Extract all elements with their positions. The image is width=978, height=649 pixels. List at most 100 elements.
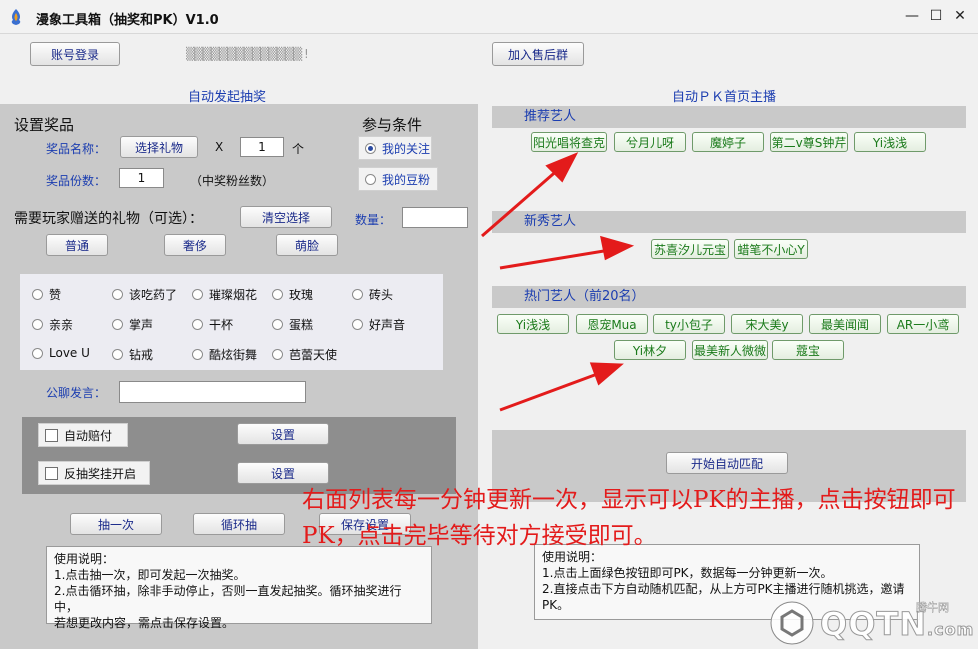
gift-label: 酷炫街舞 — [209, 348, 258, 362]
auto-match-button[interactable]: 开始自动匹配 — [666, 452, 788, 474]
gift-option[interactable]: 亲亲 — [32, 316, 73, 333]
popular-anchor-button[interactable]: 恩宠Mua — [576, 314, 648, 334]
auto-pay-settings-button[interactable]: 设置 — [237, 423, 329, 445]
recommended-anchor-button[interactable]: 兮月儿呀 — [614, 132, 686, 152]
gift-label: 亲亲 — [49, 318, 74, 332]
popular-anchor-button[interactable]: Yi林夕 — [614, 340, 686, 360]
instructions-line: 2.点击循环抽，除非手动停止，否则一直发起抽奖。循环抽奖进行中， — [54, 584, 402, 614]
newcomer-section-header: 新秀艺人 — [492, 211, 966, 233]
pk-section-title: 自动ＰＫ首页主播 — [672, 90, 777, 105]
times-symbol: X — [215, 140, 224, 154]
recommended-anchor-button[interactable]: 第二v尊S钟芹 — [770, 132, 848, 152]
recommended-anchor-button[interactable]: Yi浅浅 — [854, 132, 926, 152]
select-gift-button[interactable]: 选择礼物 — [120, 136, 198, 158]
tier-cute-button[interactable]: 萌脸 — [276, 234, 338, 256]
tier-luxury-button[interactable]: 奢侈 — [164, 234, 226, 256]
arrowhead-icon — [600, 235, 635, 261]
popular-anchor-button[interactable]: 蔻宝 — [772, 340, 844, 360]
popular-anchor-button[interactable]: 最美闻闻 — [809, 314, 881, 334]
recommended-anchor-button[interactable]: 魔婷子 — [692, 132, 764, 152]
login-button[interactable]: 账号登录 — [30, 42, 120, 66]
gift-label: 砖头 — [369, 288, 394, 302]
watermark-site-name: 腾牛网 — [916, 601, 949, 614]
gift-option[interactable]: 赞 — [32, 286, 61, 303]
popular-anchor-button[interactable]: AR一小鸢 — [887, 314, 959, 334]
condition-fans-label: 我的豆粉 — [382, 172, 431, 187]
gift-option[interactable]: Love U — [32, 346, 90, 360]
arrow-icon — [499, 371, 601, 412]
condition-fans-radio[interactable]: 我的豆粉 — [358, 167, 438, 191]
condition-following-radio[interactable]: 我的关注 — [358, 136, 432, 160]
maximize-button[interactable]: ☐ — [926, 6, 946, 26]
account-name: ▒▒▒▒▒▒▒▒▒▒▒▒▒▒ ! — [186, 47, 309, 61]
gift-option[interactable]: 砖头 — [352, 286, 393, 303]
public-chat-input[interactable] — [119, 381, 306, 403]
condition-heading: 参与条件 — [362, 116, 423, 134]
newcomer-anchor-button[interactable]: 蜡笔不小心Y — [734, 239, 808, 259]
anti-cheat-label: 反抽奖挂开启 — [64, 466, 137, 481]
annotation-text: 右面列表每一分钟更新一次，显示可以PK的主播，点击按钮即可PK，点击完毕等待对方… — [302, 487, 956, 549]
gift-option[interactable]: 璀璨烟花 — [192, 286, 257, 303]
arrow-icon — [499, 248, 611, 270]
newcomer-anchor-button[interactable]: 苏喜汐儿元宝 — [651, 239, 729, 259]
auto-pay-checkbox[interactable]: 自动赔付 — [38, 423, 128, 447]
qqtn-logo-icon — [770, 601, 814, 645]
radio-unchecked-icon — [272, 289, 283, 300]
recommended-anchor-button[interactable]: 阳光唱将查克 — [531, 132, 607, 152]
gift-label: 干杯 — [209, 318, 234, 332]
popular-anchor-button[interactable]: ty小包子 — [653, 314, 725, 334]
required-gift-label: 需要玩家赠送的礼物（可选）： — [14, 211, 203, 227]
gift-option[interactable]: 掌声 — [112, 316, 153, 333]
loop-draw-button[interactable]: 循环抽 — [193, 513, 285, 535]
gift-count-input[interactable]: 1 — [240, 137, 284, 157]
gift-label: 玫瑰 — [289, 288, 314, 302]
prize-copies-input[interactable]: 1 — [119, 168, 164, 188]
prize-copies-note: （中奖粉丝数） — [190, 174, 275, 188]
clear-selection-button[interactable]: 清空选择 — [240, 206, 332, 228]
gift-option[interactable]: 玫瑰 — [272, 286, 313, 303]
gift-option[interactable]: 该吃药了 — [112, 286, 177, 303]
minimize-button[interactable]: — — [902, 6, 922, 26]
popular-anchor-button[interactable]: Yi浅浅 — [497, 314, 569, 334]
lottery-instructions: 使用说明： 1.点击抽一次，即可发起一次抽奖。 2.点击循环抽，除非手动停止，否… — [46, 546, 432, 630]
gift-option[interactable]: 酷炫街舞 — [192, 346, 257, 363]
radio-unchecked-icon — [192, 349, 203, 360]
radio-unchecked-icon — [272, 349, 283, 360]
close-button[interactable]: ✕ — [950, 6, 970, 26]
gift-label: 掌声 — [129, 318, 154, 332]
radio-unchecked-icon — [272, 319, 283, 330]
prize-heading: 设置奖品 — [14, 116, 75, 134]
gift-option[interactable]: 蛋糕 — [272, 316, 313, 333]
tier-normal-button[interactable]: 普通 — [46, 234, 108, 256]
gift-option[interactable]: 芭蕾天使 — [272, 346, 337, 363]
radio-unchecked-icon — [112, 289, 123, 300]
app-logo-icon — [11, 9, 21, 25]
recommended-section-header: 推荐艺人 — [492, 106, 966, 128]
watermark-domain: .com — [927, 620, 975, 640]
title-bar: 漫象工具箱（抽奖和PK）V1.0 — ☐ ✕ — [0, 0, 978, 34]
window-title: 漫象工具箱（抽奖和PK）V1.0 — [36, 13, 219, 28]
instructions-line: 1.点击抽一次，即可发起一次抽奖。 — [54, 568, 246, 582]
radio-unchecked-icon — [192, 289, 203, 300]
draw-once-button[interactable]: 抽一次 — [70, 513, 162, 535]
gift-label: 蛋糕 — [289, 318, 314, 332]
radio-unchecked-icon — [112, 319, 123, 330]
popular-anchor-button[interactable]: 最美新人微微 — [692, 340, 768, 360]
arrowhead-icon — [589, 362, 624, 386]
instructions-line: 2.直接点击下方自动随机匹配，从上方可PK主播进行随机挑选，邀请 — [542, 582, 905, 596]
popular-anchor-button[interactable]: 宋大美y — [731, 314, 803, 334]
checkbox-icon — [45, 428, 58, 442]
auto-pay-label: 自动赔付 — [64, 428, 113, 443]
anti-cheat-settings-button[interactable]: 设置 — [237, 462, 329, 484]
site-watermark: QQTN.com 腾牛网 — [768, 597, 978, 649]
gift-option[interactable]: 干杯 — [192, 316, 233, 333]
public-chat-label: 公聊发言： — [46, 386, 107, 400]
gift-option[interactable]: 钻戒 — [112, 346, 153, 363]
join-group-button[interactable]: 加入售后群 — [492, 42, 584, 66]
watermark-brand: QQTN.com — [819, 605, 975, 644]
anti-cheat-checkbox[interactable]: 反抽奖挂开启 — [38, 461, 150, 485]
lottery-section-title: 自动发起抽奖 — [188, 90, 267, 105]
quantity-input[interactable] — [402, 207, 468, 228]
gift-option[interactable]: 好声音 — [352, 316, 405, 333]
radio-unchecked-icon — [192, 319, 203, 330]
